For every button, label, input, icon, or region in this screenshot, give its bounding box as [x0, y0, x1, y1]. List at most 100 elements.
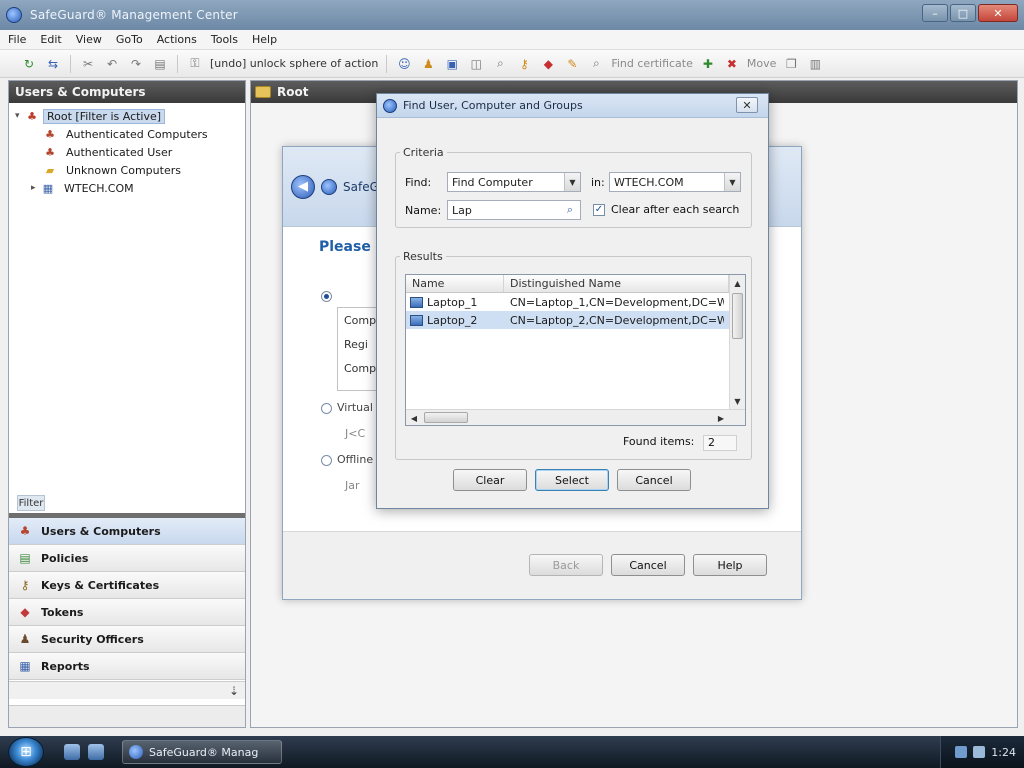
expand-icon[interactable]: ▸: [31, 183, 41, 193]
close-icon[interactable]: ✕: [736, 97, 758, 113]
collapse-icon[interactable]: ▾: [15, 111, 25, 121]
clear-after-search-checkbox[interactable]: ✓: [593, 204, 605, 216]
virtual-option-label: Virtual: [337, 401, 373, 414]
navigation-sections: ♣ Users & Computers ▤ Policies ⚷ Keys & …: [9, 513, 245, 680]
object-tree: ▾ ♣ Root [Filter is Active] ♣ Authentica…: [9, 103, 245, 495]
menu-actions[interactable]: Actions: [157, 33, 197, 46]
find-dialog-titlebar[interactable]: Find User, Computer and Groups ✕: [377, 94, 768, 118]
move-label[interactable]: Move: [747, 57, 777, 70]
tree-item-root[interactable]: ▾ ♣ Root [Filter is Active]: [9, 107, 245, 125]
unlock-icon[interactable]: ⚿: [186, 55, 204, 73]
menu-goto[interactable]: GoTo: [116, 33, 143, 46]
result-row-selected[interactable]: Laptop_2 CN=Laptop_2,CN=Development,DC=W…: [406, 311, 745, 329]
network-icon[interactable]: [955, 746, 968, 758]
nav-users-computers[interactable]: ♣ Users & Computers: [9, 518, 245, 545]
paste-icon[interactable]: ▥: [806, 55, 824, 73]
result-row[interactable]: Laptop_1 CN=Laptop_1,CN=Development,DC=W…: [406, 293, 745, 311]
clock[interactable]: 1:24: [991, 746, 1016, 759]
maximize-button[interactable]: □: [950, 4, 976, 22]
scroll-thumb[interactable]: [732, 293, 743, 339]
new-user-icon[interactable]: ☺: [395, 55, 413, 73]
scroll-right-icon[interactable]: ▶: [713, 410, 729, 425]
token-icon[interactable]: ◆: [539, 55, 557, 73]
nav-options-button[interactable]: ⇣: [9, 681, 245, 699]
delete-icon[interactable]: ✖: [723, 55, 741, 73]
select-button[interactable]: Select: [535, 469, 609, 491]
nav-reports[interactable]: ▦ Reports: [9, 653, 245, 680]
nav-keys-certificates[interactable]: ⚷ Keys & Certificates: [9, 572, 245, 599]
app-logo-icon: [321, 178, 337, 195]
search-icon[interactable]: ⌕: [563, 203, 577, 217]
option-domain-radio[interactable]: [321, 291, 332, 302]
back-button[interactable]: Back: [529, 554, 603, 576]
option-virtual-radio[interactable]: [321, 403, 332, 414]
certificate-icon[interactable]: ✎: [563, 55, 581, 73]
filter-tab[interactable]: Filter: [17, 495, 45, 511]
refresh-icon[interactable]: ↻: [20, 55, 38, 73]
taskbar-app-button[interactable]: SafeGuard® Manag: [122, 740, 282, 764]
results-horizontal-scrollbar[interactable]: ◀ ▶: [406, 409, 745, 425]
cut-icon[interactable]: ✂: [79, 55, 97, 73]
nav-label: Security Officers: [41, 632, 144, 646]
domain-dropdown[interactable]: WTECH.COM ▼: [609, 172, 741, 192]
new-container-icon[interactable]: ◫: [467, 55, 485, 73]
reports-icon: ▦: [19, 659, 31, 673]
copy-icon[interactable]: ❐: [782, 55, 800, 73]
find-cancel-button[interactable]: Cancel: [617, 469, 691, 491]
show-desktop-icon[interactable]: [64, 744, 80, 760]
nav-security-officers[interactable]: ♟ Security Officers: [9, 626, 245, 653]
scroll-down-icon[interactable]: ▼: [730, 393, 745, 409]
option-offline-radio[interactable]: [321, 455, 332, 466]
nav-tokens[interactable]: ◆ Tokens: [9, 599, 245, 626]
tree-item-authenticated-user[interactable]: ♣ Authenticated User: [9, 143, 245, 161]
tokens-icon: ◆: [20, 605, 30, 619]
system-tray: 1:24: [940, 736, 1024, 768]
start-button[interactable]: ⊞: [8, 737, 44, 767]
results-vertical-scrollbar[interactable]: ▲ ▼: [729, 275, 745, 409]
tree-item-domain[interactable]: ▸ ▦ WTECH.COM: [9, 179, 245, 197]
add-icon[interactable]: ✚: [699, 55, 717, 73]
menu-tools[interactable]: Tools: [211, 33, 238, 46]
new-group-icon[interactable]: ♟: [419, 55, 437, 73]
synchronize-icon[interactable]: ⇆: [44, 55, 62, 73]
menu-view[interactable]: View: [76, 33, 102, 46]
back-arrow-icon[interactable]: ◀: [291, 174, 315, 199]
switch-windows-icon[interactable]: [88, 744, 104, 760]
chevron-down-icon[interactable]: ▼: [724, 173, 740, 191]
minimize-button[interactable]: –: [922, 4, 948, 22]
find-type-dropdown[interactable]: Find Computer ▼: [447, 172, 581, 192]
find-certificate-label[interactable]: Find certificate: [611, 57, 693, 70]
results-header: Name Distinguished Name: [406, 275, 745, 293]
column-header-name[interactable]: Name: [406, 275, 504, 292]
unlock-action-label[interactable]: [undo] unlock sphere of action: [210, 57, 378, 70]
tree-item-authenticated-computers[interactable]: ♣ Authenticated Computers: [9, 125, 245, 143]
nav-policies[interactable]: ▤ Policies: [9, 545, 245, 572]
new-computer-icon[interactable]: ▣: [443, 55, 461, 73]
scroll-thumb[interactable]: [424, 412, 468, 423]
properties-icon[interactable]: ▤: [151, 55, 169, 73]
scroll-up-icon[interactable]: ▲: [730, 275, 745, 291]
window-titlebar[interactable]: SafeGuard® Management Center – □ ✕: [0, 0, 1024, 30]
folder-icon: [255, 86, 271, 98]
chevron-down-icon[interactable]: ▼: [564, 173, 580, 191]
menu-help[interactable]: Help: [252, 33, 277, 46]
undo-icon[interactable]: ↶: [103, 55, 121, 73]
close-button[interactable]: ✕: [978, 4, 1018, 22]
wizard-cancel-button[interactable]: Cancel: [611, 554, 685, 576]
find-icon[interactable]: ⌕: [491, 55, 509, 73]
app-logo-icon: [383, 98, 397, 113]
volume-icon[interactable]: [973, 746, 986, 758]
column-header-distinguished-name[interactable]: Distinguished Name: [504, 275, 729, 292]
name-search-input[interactable]: Lap ⌕: [447, 200, 581, 220]
menu-edit[interactable]: Edit: [40, 33, 61, 46]
scroll-left-icon[interactable]: ◀: [406, 410, 422, 425]
find-certificate-icon[interactable]: ⌕: [587, 55, 605, 73]
redo-icon[interactable]: ↷: [127, 55, 145, 73]
help-button[interactable]: Help: [693, 554, 767, 576]
clear-button[interactable]: Clear: [453, 469, 527, 491]
menu-file[interactable]: File: [8, 33, 26, 46]
chevron-down-icon: ⇣: [228, 683, 239, 698]
tree-item-unknown-computers[interactable]: ▰ Unknown Computers: [9, 161, 245, 179]
policies-icon: ▤: [19, 551, 31, 565]
key-icon[interactable]: ⚷: [515, 55, 533, 73]
